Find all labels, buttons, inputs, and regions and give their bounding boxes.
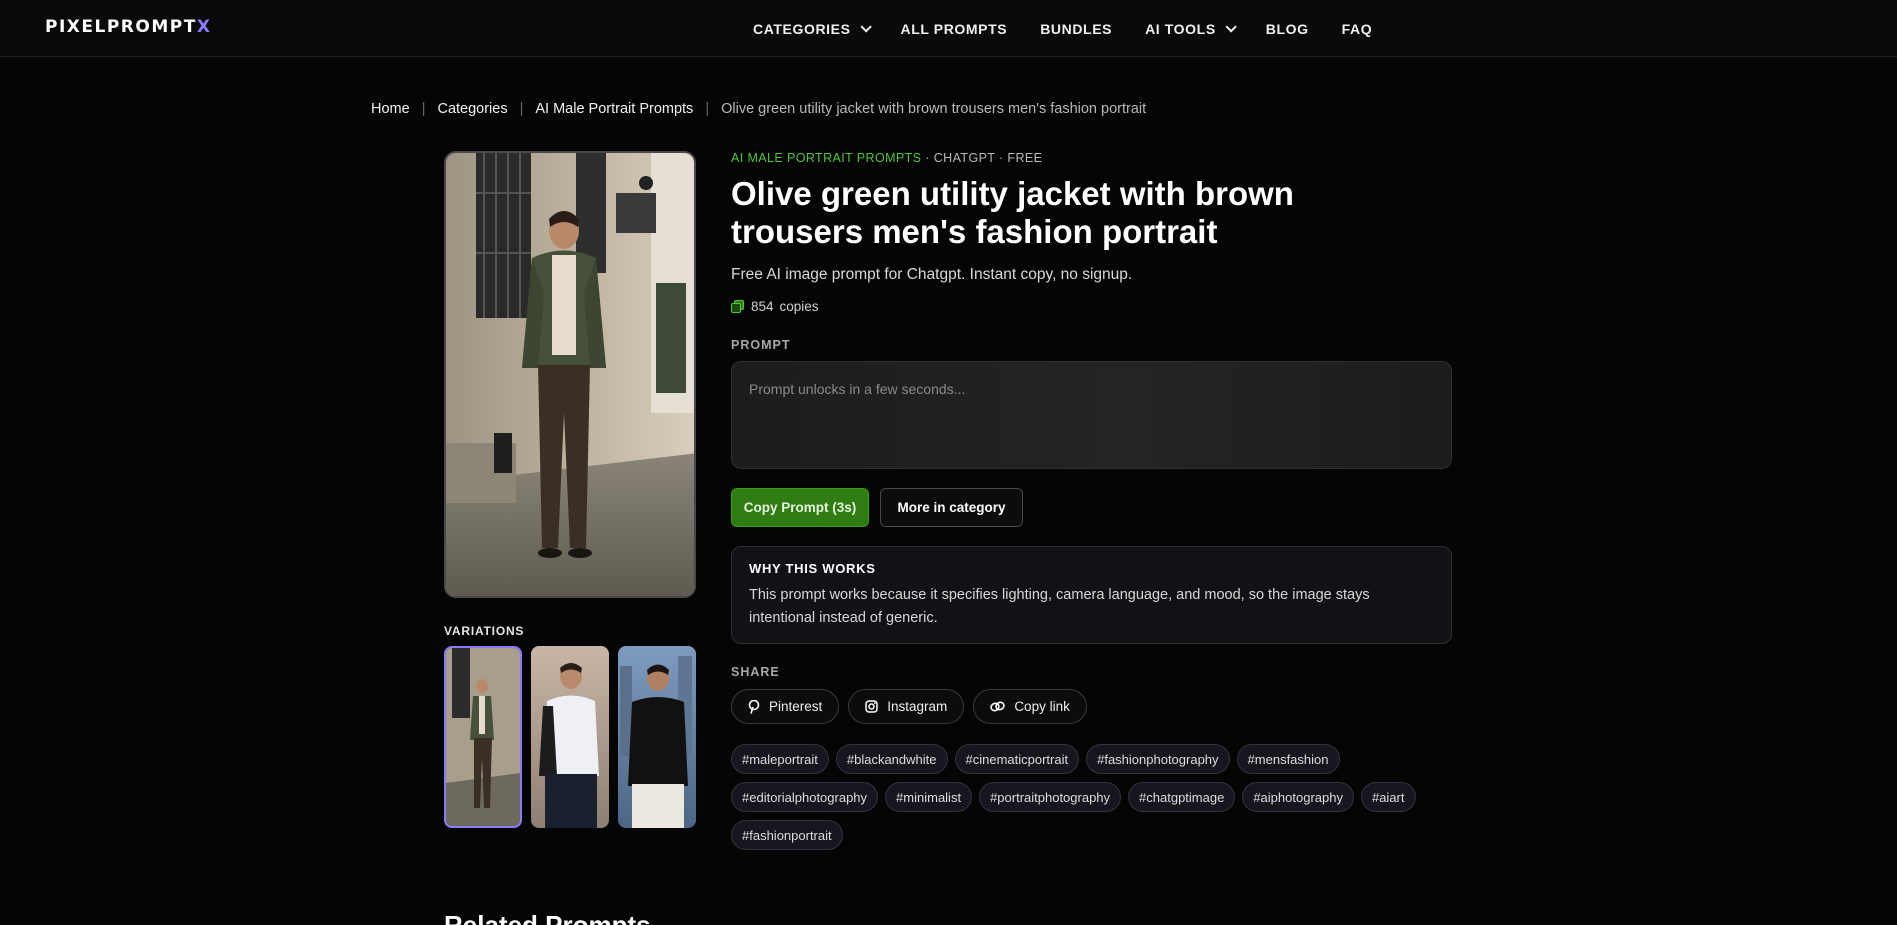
- tag-chip[interactable]: #portraitphotography: [979, 782, 1122, 812]
- why-this-works-panel: WHY THIS WORKS This prompt works because…: [731, 546, 1452, 644]
- prompt-placeholder: Prompt unlocks in a few seconds...: [749, 381, 966, 397]
- more-in-category-button[interactable]: More in category: [880, 488, 1023, 527]
- copy-icon: [731, 300, 744, 313]
- variations-label: VARIATIONS: [444, 624, 525, 638]
- tag-chip[interactable]: #aiphotography: [1242, 782, 1354, 812]
- instagram-icon: [865, 700, 879, 713]
- chevron-down-icon: [1225, 20, 1237, 33]
- tag-chip[interactable]: #chatgptimage: [1128, 782, 1236, 812]
- copy-count: 854 copies: [731, 299, 819, 314]
- breadcrumb-separator: |: [705, 101, 710, 117]
- top-navigation-bar: PIXELPROMPTX CATEGORIES ALL PROMPTS BUND…: [0, 0, 1897, 57]
- variation-thumbnail[interactable]: [618, 646, 696, 828]
- chevron-down-icon: [859, 20, 872, 33]
- tag-chip[interactable]: #blackandwhite: [835, 744, 948, 774]
- category-link[interactable]: AI MALE PORTRAIT PROMPTS: [731, 151, 921, 165]
- prompt-textbox[interactable]: Prompt unlocks in a few seconds...: [731, 361, 1452, 469]
- nav-ai-tools[interactable]: AI TOOLS: [1145, 20, 1237, 37]
- breadcrumb-separator: |: [421, 101, 426, 117]
- tag-chip[interactable]: #cinematicportrait: [954, 744, 1080, 774]
- variation-photo: [446, 648, 520, 826]
- tag-chip[interactable]: #mensfashion: [1236, 744, 1340, 774]
- why-text: This prompt works because it specifies l…: [749, 587, 1370, 626]
- tag-chip[interactable]: #aiart: [1360, 782, 1416, 812]
- prompt-meta: AI MALE PORTRAIT PROMPTS · CHATGPT · FRE…: [731, 151, 1042, 165]
- page-subtitle: Free AI image prompt for Chatgpt. Instan…: [731, 266, 1133, 283]
- tag-chip[interactable]: #minimalist: [885, 782, 973, 812]
- nav-blog[interactable]: BLOG: [1266, 21, 1309, 37]
- share-buttons: Pinterest Instagram Copy link: [731, 689, 1087, 724]
- share-pinterest-button[interactable]: Pinterest: [731, 689, 840, 724]
- share-label: SHARE: [731, 665, 780, 679]
- variation-photo: [618, 646, 696, 828]
- nav-all-prompts[interactable]: ALL PROMPTS: [901, 21, 1008, 37]
- breadcrumb-category[interactable]: AI Male Portrait Prompts: [535, 101, 693, 117]
- site-logo[interactable]: PIXELPROMPTX: [45, 17, 211, 37]
- breadcrumb-separator: |: [519, 101, 524, 117]
- prompt-label: PROMPT: [731, 338, 791, 352]
- why-title: WHY THIS WORKS: [749, 561, 876, 576]
- related-prompts-heading: Related Prompts: [444, 910, 651, 925]
- tag-chip[interactable]: #editorialphotography: [731, 782, 879, 812]
- tag-chip[interactable]: #fashionphotography: [1086, 744, 1230, 774]
- nav-bundles[interactable]: BUNDLES: [1040, 21, 1112, 37]
- nav-categories[interactable]: CATEGORIES: [753, 20, 872, 37]
- variation-thumbnail[interactable]: [444, 646, 522, 828]
- tag-chip[interactable]: #fashionportrait: [731, 820, 843, 850]
- tag-chip[interactable]: #maleportrait: [731, 744, 829, 774]
- breadcrumb-categories[interactable]: Categories: [437, 101, 507, 117]
- nav-faq[interactable]: FAQ: [1342, 21, 1373, 37]
- breadcrumb: Home | Categories | AI Male Portrait Pro…: [371, 101, 1146, 117]
- copy-count-number: 854: [751, 299, 774, 314]
- meta-details: · CHATGPT · FREE: [921, 151, 1043, 165]
- copy-link-button[interactable]: Copy link: [973, 689, 1087, 724]
- main-prompt-image[interactable]: [444, 151, 696, 598]
- portrait-photo: [446, 153, 694, 596]
- copy-prompt-button[interactable]: Copy Prompt (3s): [731, 488, 869, 527]
- variation-thumbnail[interactable]: [531, 646, 609, 828]
- copy-count-label: copies: [779, 299, 819, 314]
- page-title: Olive green utility jacket with brown tr…: [731, 175, 1294, 250]
- variation-photo: [531, 646, 609, 828]
- link-icon: [990, 701, 1005, 712]
- tag-list: #maleportrait #blackandwhite #cinematicp…: [731, 744, 1431, 850]
- breadcrumb-home[interactable]: Home: [371, 101, 410, 117]
- breadcrumb-current: Olive green utility jacket with brown tr…: [721, 101, 1147, 117]
- pinterest-icon: [748, 699, 760, 714]
- main-nav: CATEGORIES ALL PROMPTS BUNDLES AI TOOLS …: [753, 0, 1405, 57]
- share-instagram-button[interactable]: Instagram: [848, 689, 965, 724]
